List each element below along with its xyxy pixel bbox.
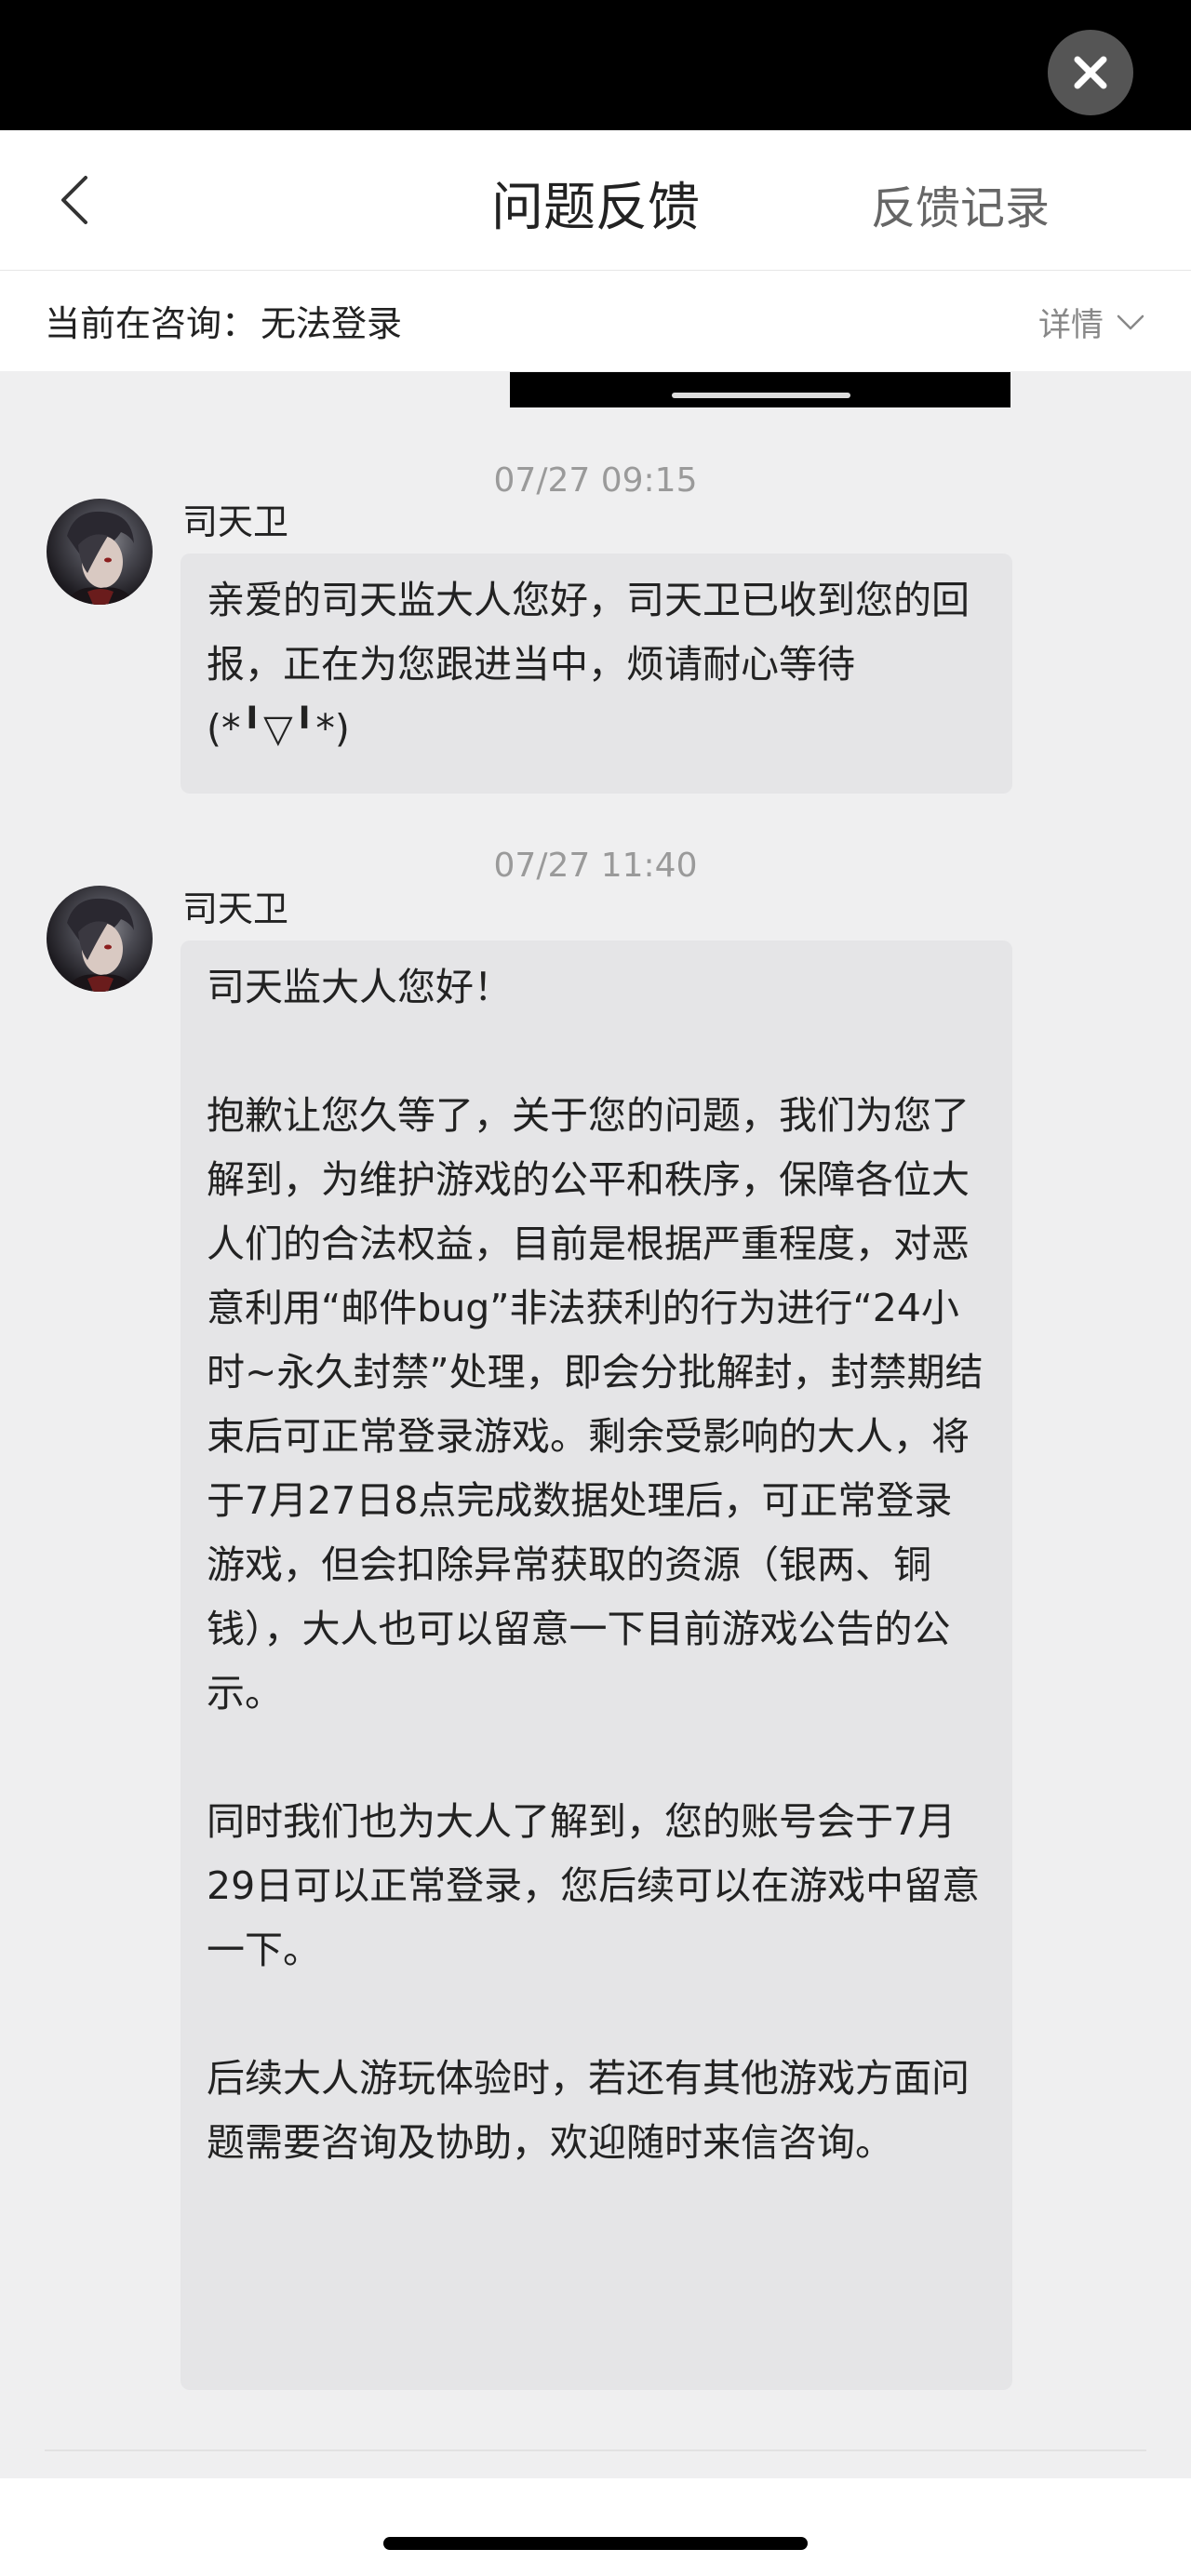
message-timestamp: 07/27 11:40 — [493, 847, 698, 885]
message-paragraph: 抱歉让您久等了，关于您的问题，我们为您了解到，为维护游戏的公平和秩序，保障各位大… — [207, 1093, 984, 1715]
sender-name: 司天卫 — [182, 501, 289, 542]
avatar[interactable] — [47, 499, 153, 605]
message-greeting: 司天监大人您好！ — [207, 965, 512, 1009]
divider — [45, 2449, 1146, 2451]
back-button[interactable] — [47, 167, 102, 233]
message-bubble: 亲爱的司天监大人您好，司天卫已收到您的回报，正在为您跟进当中，烦请耐心等待(*╹… — [181, 554, 1012, 794]
avatar-portrait — [65, 511, 136, 605]
sender-name: 司天卫 — [182, 888, 289, 929]
feedback-history-link[interactable]: 反馈记录 — [871, 171, 1050, 236]
close-icon — [1074, 56, 1107, 89]
consult-topic: 无法登录 — [261, 303, 403, 344]
chevron-left-icon — [61, 176, 87, 224]
home-indicator[interactable] — [383, 2537, 808, 2550]
nav-bar: 问题反馈 反馈记录 — [0, 130, 1191, 271]
input-area — [0, 2478, 1191, 2576]
consult-label: 当前在咨询： 无法登录 — [45, 295, 402, 346]
close-button[interactable] — [1048, 30, 1133, 115]
message-paragraph: 同时我们也为大人了解到，您的账号会于7月29日可以正常登录，您后续可以在游戏中留… — [207, 1799, 981, 1972]
message-bubble: 司天监大人您好！ 抱歉让您久等了，关于您的问题，我们为您了解到，为维护游戏的公平… — [181, 941, 1012, 2390]
consult-bar: 当前在咨询： 无法登录 详情 — [0, 271, 1191, 371]
detail-label: 详情 — [1037, 307, 1104, 344]
message-paragraph: 后续大人游玩体验时，若还有其他游戏方面问题需要咨询及协助，欢迎随时来信咨询。 — [207, 2056, 970, 2165]
avatar[interactable] — [47, 886, 153, 992]
avatar-portrait — [65, 898, 136, 992]
consult-prefix: 当前在咨询： — [45, 303, 258, 344]
chevron-down-icon — [1117, 314, 1144, 329]
status-bar — [0, 0, 1191, 130]
detail-toggle[interactable]: 详情 — [1038, 299, 1144, 346]
video-progress-line — [672, 393, 850, 398]
message-text: 亲爱的司天监大人您好，司天卫已收到您的回报，正在为您跟进当中，烦请耐心等待(*╹… — [207, 578, 970, 751]
video-preview-strip[interactable] — [510, 372, 1010, 407]
message-timestamp: 07/27 09:15 — [493, 461, 698, 500]
